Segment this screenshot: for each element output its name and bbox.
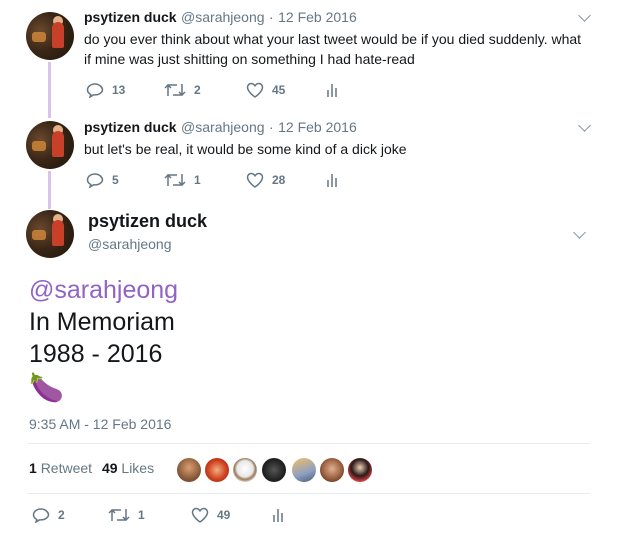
tweet-body: @sarahjeong In Memoriam 1988 - 2016 🍆 bbox=[29, 274, 178, 406]
liker-avatar[interactable] bbox=[320, 458, 344, 482]
chevron-down-icon[interactable] bbox=[578, 119, 591, 132]
chevron-down-icon[interactable] bbox=[573, 226, 586, 239]
divider bbox=[28, 493, 590, 494]
thread-connector bbox=[48, 171, 51, 209]
liker-avatar[interactable] bbox=[205, 458, 229, 482]
liker-avatar[interactable] bbox=[292, 458, 316, 482]
analytics-icon bbox=[327, 84, 337, 97]
like-stat[interactable]: 49 Likes bbox=[102, 460, 154, 476]
separator: · bbox=[269, 119, 274, 135]
like-button[interactable]: 49 bbox=[191, 507, 230, 523]
author-handle[interactable]: @sarahjeong bbox=[88, 236, 172, 252]
tweet-date[interactable]: 12 Feb 2016 bbox=[278, 9, 357, 25]
liker-avatar[interactable] bbox=[233, 458, 257, 482]
tweet-timestamp[interactable]: 9:35 AM - 12 Feb 2016 bbox=[29, 416, 171, 432]
chevron-down-icon[interactable] bbox=[578, 9, 591, 22]
tweet-text: do you ever think about what your last t… bbox=[84, 31, 582, 67]
tweet-header: psytizen duck @sarahjeong · 12 Feb 2016 bbox=[84, 9, 357, 27]
reply-icon bbox=[86, 83, 104, 98]
like-icon bbox=[246, 82, 264, 98]
separator: · bbox=[269, 9, 274, 25]
thread-connector bbox=[48, 62, 51, 118]
like-button[interactable]: 28 bbox=[246, 172, 285, 188]
reply-button[interactable]: 5 bbox=[86, 172, 119, 188]
author-name[interactable]: psytizen duck bbox=[88, 211, 207, 232]
author-handle[interactable]: @sarahjeong bbox=[181, 119, 265, 135]
tweet-header: psytizen duck @sarahjeong · 12 Feb 2016 bbox=[84, 119, 357, 137]
like-icon bbox=[246, 172, 264, 188]
reply-button[interactable]: 2 bbox=[32, 507, 65, 523]
retweet-stat[interactable]: 1 Retweet bbox=[29, 460, 96, 476]
author-name[interactable]: psytizen duck bbox=[84, 9, 177, 25]
retweet-icon bbox=[164, 83, 186, 97]
analytics-button[interactable] bbox=[326, 172, 348, 188]
retweet-button[interactable]: 1 bbox=[164, 172, 201, 188]
tweet-text: but let's be real, it would be some kind… bbox=[84, 141, 407, 157]
analytics-icon bbox=[273, 509, 283, 522]
eggplant-emoji: 🍆 bbox=[29, 372, 64, 403]
retweet-button[interactable]: 1 bbox=[108, 507, 145, 523]
liker-avatar[interactable] bbox=[177, 458, 201, 482]
reply-button[interactable]: 13 bbox=[86, 82, 125, 98]
like-icon bbox=[191, 507, 209, 523]
retweet-icon bbox=[164, 173, 186, 187]
reply-icon bbox=[86, 173, 104, 188]
avatar[interactable] bbox=[26, 210, 74, 258]
divider bbox=[28, 443, 590, 444]
author-handle[interactable]: @sarahjeong bbox=[181, 9, 265, 25]
analytics-button[interactable] bbox=[326, 82, 348, 98]
analytics-icon bbox=[327, 174, 337, 187]
like-button[interactable]: 45 bbox=[246, 82, 285, 98]
reply-icon bbox=[32, 508, 50, 523]
avatar[interactable] bbox=[26, 12, 74, 60]
retweet-button[interactable]: 2 bbox=[164, 82, 201, 98]
liker-avatar[interactable] bbox=[262, 458, 286, 482]
tweet-stats: 1 Retweet 49 Likes bbox=[29, 460, 154, 476]
memoriam-text: In Memoriam bbox=[29, 308, 175, 336]
tweet-date[interactable]: 12 Feb 2016 bbox=[278, 119, 357, 135]
analytics-button[interactable] bbox=[272, 507, 294, 523]
retweet-icon bbox=[108, 508, 130, 522]
mention-link[interactable]: @sarahjeong bbox=[29, 274, 178, 306]
liker-avatar[interactable] bbox=[348, 458, 372, 482]
author-name[interactable]: psytizen duck bbox=[84, 119, 177, 135]
avatar[interactable] bbox=[26, 121, 74, 169]
years-text: 1988 - 2016 bbox=[29, 340, 163, 368]
